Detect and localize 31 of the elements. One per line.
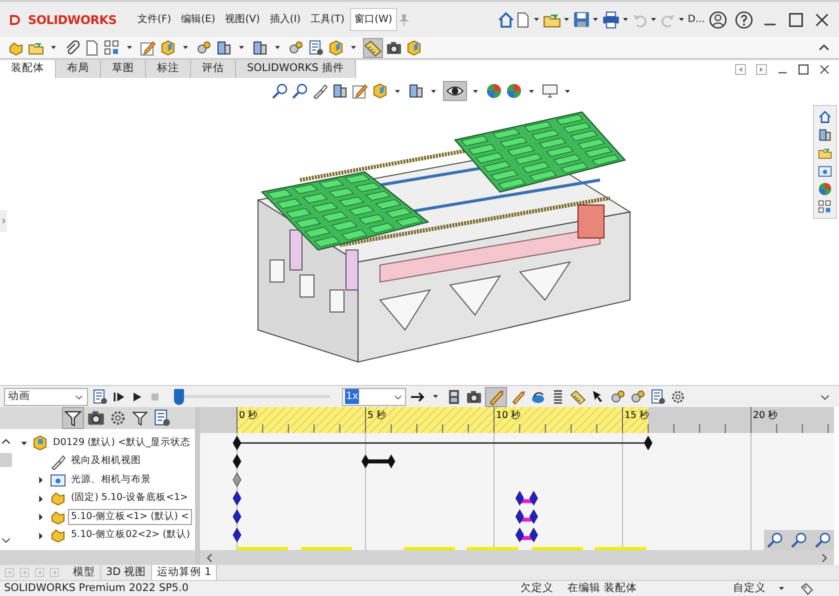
command-tab[interactable]: 布局 <box>56 60 101 78</box>
playback-speed-dropdown[interactable]: 1x <box>342 388 406 406</box>
app-logo: SOLIDWORKS <box>28 12 117 28</box>
tree-item[interactable]: 视向及相机视图 <box>68 453 144 470</box>
time-label: 10 秒 <box>496 410 522 421</box>
document-name: D... <box>688 13 705 27</box>
document-tab[interactable]: 运动算例 1 <box>152 565 218 580</box>
tree-item[interactable]: 5.10-侧立板02<2> (默认) <box>68 527 194 544</box>
product-version: SOLIDWORKS Premium 2022 SP5.0 <box>4 581 189 596</box>
command-tab[interactable]: SOLIDWORKS 插件 <box>236 60 356 78</box>
tree-item[interactable]: 5.10-侧立板<1> (默认) < <box>68 508 192 525</box>
menu-item[interactable]: 视图(V) <box>220 8 265 31</box>
time-label: 5 秒 <box>368 410 387 421</box>
command-tab[interactable]: 标注 <box>146 60 191 78</box>
time-label: 0 秒 <box>239 410 258 421</box>
sketch-state: 欠定义 <box>520 581 554 596</box>
menu-item[interactable]: 工具(T) <box>306 8 350 31</box>
time-label: 15 秒 <box>624 410 650 421</box>
menu-item[interactable]: 插入(I) <box>264 8 306 31</box>
command-tab[interactable]: 草图 <box>101 60 146 78</box>
edit-mode: 在编辑 装配体 <box>568 581 637 596</box>
study-type-dropdown[interactable]: 动画 <box>4 388 88 406</box>
time-label: 20 秒 <box>753 410 778 421</box>
tree-item[interactable]: (固定) 5.10-设备底板<1> <box>68 490 191 506</box>
menu-item[interactable]: 文件(F) <box>132 8 176 31</box>
menu-item[interactable]: 编辑(E) <box>176 8 220 31</box>
menu-item[interactable]: 窗口(W) <box>350 8 398 31</box>
command-tab[interactable]: 评估 <box>191 60 236 78</box>
tree-item[interactable]: D0129 (默认) <默认_显示状态 <box>50 435 194 452</box>
units-selector[interactable]: 自定义 <box>732 581 766 596</box>
tree-item[interactable]: 光源、相机与布景 <box>68 472 154 488</box>
